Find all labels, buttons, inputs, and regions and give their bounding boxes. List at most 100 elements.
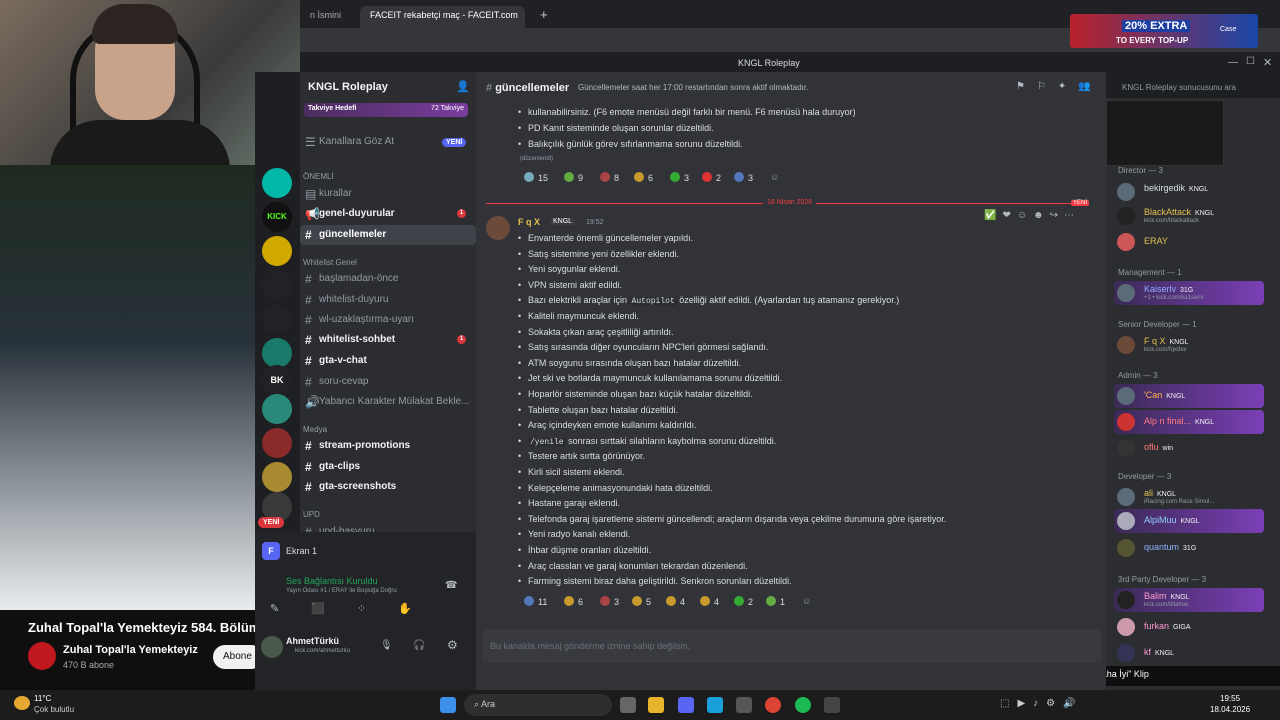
stream-preview[interactable] <box>1106 100 1224 166</box>
member-row[interactable]: AlpiMuu KNGL <box>1114 509 1264 533</box>
channel-upd[interactable]: # upd-basvuru <box>300 522 476 532</box>
channel-soru-cevap[interactable]: # soru-cevap <box>300 372 476 392</box>
channel-wl-duyuru[interactable]: # whitelist-duyuru <box>300 290 476 310</box>
member-row[interactable]: bekirgedik KNGL <box>1114 180 1264 204</box>
server-icon[interactable] <box>262 270 292 300</box>
headphones-icon[interactable]: 🎧 <box>413 640 425 651</box>
reaction[interactable]: 4 <box>662 594 689 610</box>
member-row[interactable]: ERAY <box>1114 230 1264 254</box>
message-input[interactable]: Bu kanalda mesaj gönderme iznine sahip d… <box>482 629 1102 663</box>
category-important[interactable]: ÖNEMLİ <box>303 172 334 181</box>
spotify-icon[interactable] <box>795 697 811 713</box>
ad-banner[interactable]: 20% EXTRA TO EVERY TOP-UP Case <box>1070 14 1258 48</box>
chrome-icon[interactable] <box>765 697 781 713</box>
member-row[interactable]: Balim KNGL kick.com/dilahoo <box>1114 588 1264 612</box>
reaction[interactable]: 8 <box>596 170 623 186</box>
boost-goal[interactable]: Takviye Hedefi 72 Takviye <box>304 103 468 117</box>
server-icon[interactable] <box>262 394 292 424</box>
member-row[interactable]: Alp n final... KNGL <box>1114 410 1264 434</box>
author-avatar[interactable] <box>486 216 510 240</box>
disconnect-icon[interactable]: ☎ <box>445 580 457 591</box>
explorer-icon[interactable] <box>648 697 664 713</box>
video-player[interactable] <box>0 165 255 610</box>
tab-faceit[interactable]: FACEIT rekabetçi maç - FACEIT.com <box>360 6 525 28</box>
tab-prev[interactable]: n İsmini <box>300 6 351 28</box>
reaction[interactable]: 3 <box>730 170 757 186</box>
taskbar-search[interactable]: ⌕ Ara <box>464 694 612 716</box>
app-icon[interactable] <box>736 697 752 713</box>
edge-icon[interactable] <box>707 697 723 713</box>
reaction[interactable]: 2 <box>730 594 757 610</box>
server-new-badge[interactable]: YENİ <box>258 517 285 528</box>
channel-guncellemeler[interactable]: # güncellemeler <box>300 225 476 245</box>
server-icon[interactable] <box>262 462 292 492</box>
reaction[interactable]: 3 <box>666 170 693 186</box>
add-member-icon[interactable]: 👤 <box>456 80 470 93</box>
username[interactable]: AhmetTürkü <box>286 636 339 646</box>
channel-wl-uzak[interactable]: # wl-uzaklaştırma-uyarı <box>300 310 476 330</box>
channel-baslamadan[interactable]: # başlamadan-önce <box>300 269 476 289</box>
gear-icon[interactable]: ⚙ <box>447 638 458 652</box>
message-actions[interactable]: ✅❤☺☻↪⋯ <box>984 210 1080 221</box>
channel-genel-duyurular[interactable]: 📢 genel-duyurular 1 <box>300 204 476 224</box>
reaction[interactable]: 6 <box>560 594 587 610</box>
taskview-icon[interactable] <box>620 697 636 713</box>
channel-avatar[interactable] <box>28 642 56 670</box>
app-icon[interactable] <box>824 697 840 713</box>
user-avatar[interactable] <box>261 636 283 658</box>
reaction[interactable]: 15 <box>520 170 552 186</box>
reaction[interactable]: 9 <box>560 170 587 186</box>
mic-icon[interactable]: 🎙 <box>380 640 393 651</box>
reaction[interactable]: 2 <box>698 170 725 186</box>
reaction[interactable]: 4 <box>696 594 723 610</box>
reaction[interactable]: 5 <box>628 594 655 610</box>
reaction[interactable]: 11 <box>520 594 551 610</box>
header-icons[interactable]: ⚑⚐✦👥 <box>1016 81 1103 92</box>
channel-stream-promotions[interactable]: # stream-promotions <box>300 436 476 456</box>
close-icon[interactable]: ✕ <box>1263 56 1272 69</box>
new-tab-icon[interactable]: + <box>530 3 558 25</box>
server-icon[interactable] <box>262 428 292 458</box>
weather-temp[interactable]: 11°C <box>34 694 51 703</box>
voice-controls[interactable]: ✎⬛⁘✋ <box>270 602 466 622</box>
member-row[interactable]: Kaiserlv 31G +1 • kick.com/ka1serlv <box>1114 281 1264 305</box>
server-kick[interactable]: KICK <box>262 202 292 232</box>
category-medya[interactable]: Medya <box>303 425 327 434</box>
server-icon[interactable] <box>262 338 292 368</box>
tray-icons[interactable]: ⬚▶♪⚙🔊 <box>1000 698 1084 709</box>
channel-gta-screenshots[interactable]: # gta-screenshots <box>300 477 476 497</box>
maximize-icon[interactable]: ☐ <box>1246 56 1255 67</box>
clock-time[interactable]: 19:55 <box>1220 694 1240 703</box>
voice-status[interactable]: Ses Bağlantısı Kuruldu <box>286 576 378 586</box>
member-row[interactable]: ali KNGL iRacing.com Race Simul... <box>1114 485 1264 509</box>
channel-yabanci[interactable]: 🔊 Yabancı Karakter Mülakat Bekle... <box>300 392 476 412</box>
channel-topic[interactable]: Güncellemeler saat her 17:00 restartında… <box>578 83 808 92</box>
category-whitelist[interactable]: Whitelist Genel <box>303 258 357 267</box>
server-name[interactable]: KNGL Roleplay <box>300 72 476 102</box>
clip-label[interactable]: "Daha İyi" Klip <box>1106 666 1280 686</box>
category-upd[interactable]: UPD <box>303 510 320 519</box>
minimize-icon[interactable]: — <box>1228 57 1238 68</box>
member-row[interactable]: oflu win <box>1114 436 1264 460</box>
discord-icon[interactable] <box>678 697 694 713</box>
channel-name[interactable]: Zuhal Topal'la Yemekteyiz <box>63 644 198 656</box>
channel-kurallar[interactable]: ▤ kurallar <box>300 184 476 204</box>
voice-sub[interactable]: Yayın Odası #1 / ERAY ile Boşluğa Doğru <box>286 588 397 594</box>
reaction[interactable]: 3 <box>596 594 623 610</box>
member-row[interactable]: 'Can KNGL <box>1114 384 1264 408</box>
reaction[interactable]: 1 <box>762 594 789 610</box>
server-icon[interactable] <box>262 168 292 198</box>
search-input[interactable]: KNGL Roleplay sunucusunu ara <box>1116 79 1248 97</box>
reaction[interactable]: 6 <box>630 170 657 186</box>
channel-wl-sohbet[interactable]: # whitelist-sohbet 1 <box>300 330 476 350</box>
member-row[interactable]: F q X KNGL kick.com/fqxdev <box>1114 333 1264 357</box>
add-reaction-icon[interactable]: ☺ <box>798 594 815 610</box>
channel-gta-clips[interactable]: # gta-clips <box>300 457 476 477</box>
server-icon[interactable] <box>262 304 292 334</box>
server-icon[interactable] <box>262 236 292 266</box>
channel-gta-v-chat[interactable]: # gta-v-chat <box>300 351 476 371</box>
author-name[interactable]: F q X <box>518 217 540 227</box>
member-row[interactable]: kf KNGL <box>1114 641 1264 665</box>
member-row[interactable]: furkan GIGA <box>1114 615 1264 639</box>
start-icon[interactable] <box>440 697 456 713</box>
